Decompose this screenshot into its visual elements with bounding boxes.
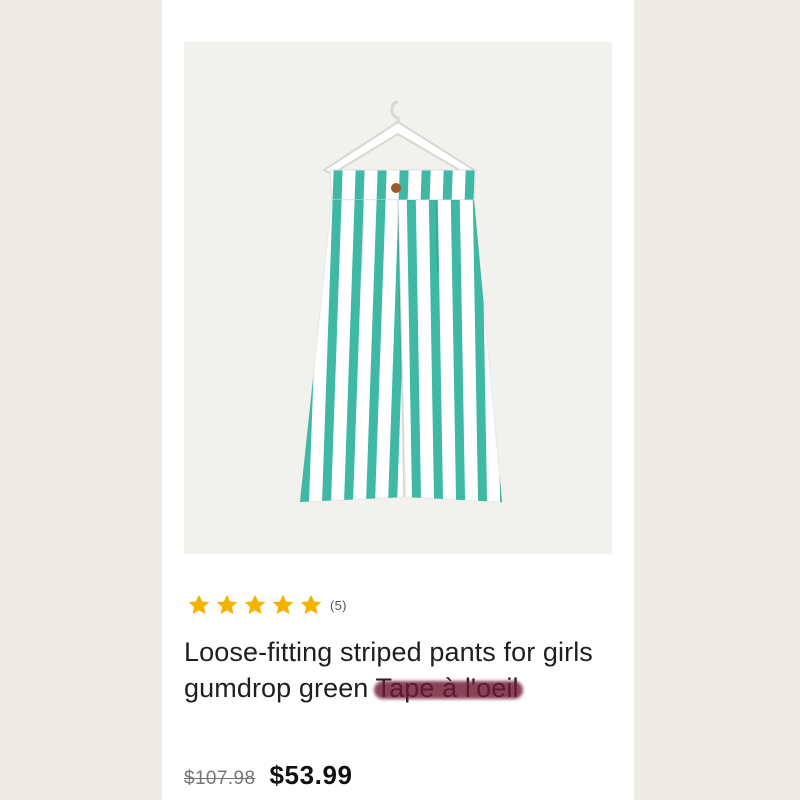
original-price: $107.98 <box>184 768 256 789</box>
product-rating[interactable]: (5) <box>186 592 347 618</box>
product-title[interactable]: Loose-fitting striped pants for girls gu… <box>184 634 594 706</box>
star-icon <box>300 594 322 615</box>
product-image[interactable] <box>184 42 612 554</box>
sale-price: $53.99 <box>269 760 353 790</box>
product-card[interactable]: (5) Loose-fitting striped pants for girl… <box>162 0 634 800</box>
redacted-brand: Tape à l'oeil <box>375 673 519 703</box>
star-icon <box>244 594 266 615</box>
star-icon <box>272 594 294 615</box>
price-row: $107.98 $53.99 <box>184 760 353 791</box>
pants-illustration <box>299 100 503 503</box>
star-icon <box>216 594 238 615</box>
hanger-icon <box>321 100 477 176</box>
star-icon <box>188 594 210 615</box>
review-count[interactable]: (5) <box>330 598 347 613</box>
star-rating <box>186 592 324 618</box>
